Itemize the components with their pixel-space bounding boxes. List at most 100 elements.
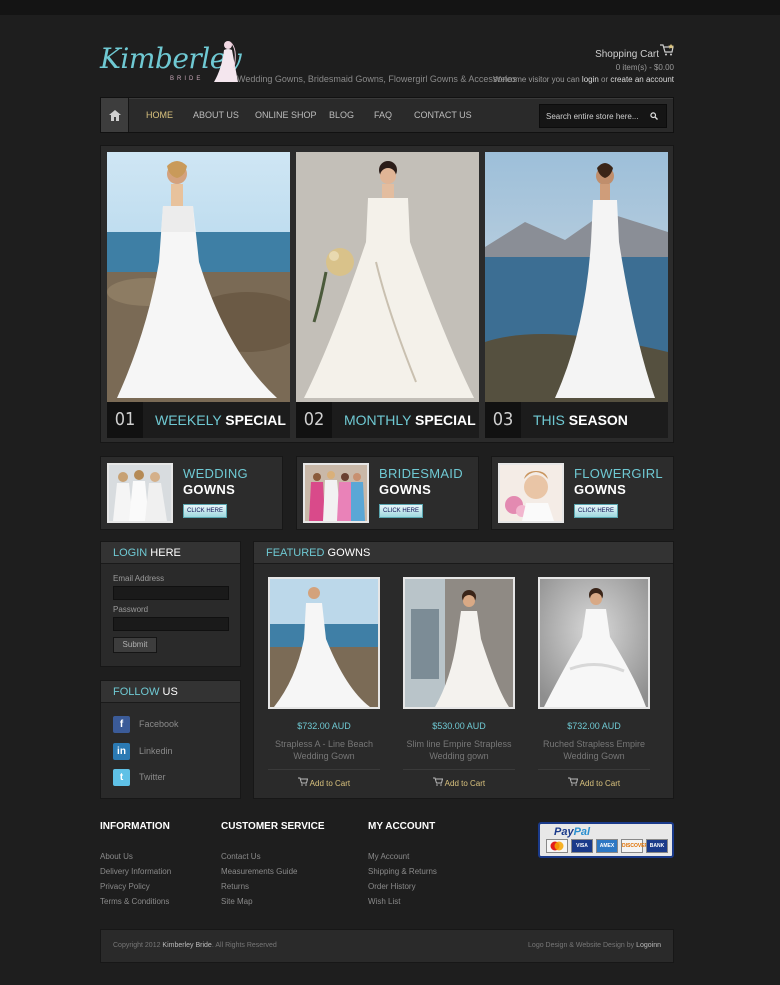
product-name[interactable]: Slim line Empire Strapless Wedding gown xyxy=(403,738,515,762)
site-logo[interactable]: Kimberley BRIDE xyxy=(100,38,242,86)
click-here-button[interactable]: CLICK HERE xyxy=(379,504,423,518)
footer-link-my-account[interactable]: My Account xyxy=(368,849,437,864)
footer-link-sitemap[interactable]: Site Map xyxy=(221,894,325,909)
footer-bar: Copyright 2012 Kimberley Bride. All Righ… xyxy=(100,929,674,963)
product-image[interactable] xyxy=(403,577,515,709)
product-name-line1: Ruched Strapless Empire xyxy=(542,739,646,749)
follow-heading-a: FOLLOW xyxy=(113,686,160,698)
featured-gowns-panel: FEATURED GOWNS $732.00 AUD Strapless A -… xyxy=(253,541,674,799)
credit-brand[interactable]: Logoinn xyxy=(636,942,661,949)
cart-icon xyxy=(432,777,444,786)
slide-title: WEEKELY SPECIAL xyxy=(155,412,286,428)
click-here-button[interactable]: CLICK HERE xyxy=(183,504,227,518)
nav-online-shop[interactable]: ONLINE SHOP xyxy=(255,110,317,120)
follow-heading: FOLLOW US xyxy=(101,681,240,703)
amex-card-label: AMEX xyxy=(596,839,618,853)
email-label: Email Address xyxy=(113,574,165,583)
product-card: $732.00 AUD Ruched Strapless Empire Weddi… xyxy=(538,577,650,788)
product-card: $530.00 AUD Slim line Empire Strapless We… xyxy=(403,577,515,788)
slide-title-a: MONTHLY xyxy=(344,412,412,428)
login-link[interactable]: login xyxy=(582,75,599,84)
featured-heading: FEATURED GOWNS xyxy=(254,542,673,564)
visa-card-label: VISA xyxy=(571,839,593,853)
mastercard-icon xyxy=(546,839,568,853)
search-input[interactable] xyxy=(540,105,640,127)
add-to-cart-button[interactable]: Add to Cart xyxy=(538,777,650,788)
login-heading: LOGIN HERE xyxy=(101,542,240,564)
email-field[interactable] xyxy=(114,587,228,599)
category-title-line2: GOWNS xyxy=(183,482,236,497)
copyright-brand[interactable]: Kimberley Bride xyxy=(162,942,211,949)
twitter-icon: t xyxy=(113,769,130,786)
slide-this-season[interactable]: 03 THIS SEASON xyxy=(485,152,668,438)
home-button[interactable] xyxy=(101,98,129,132)
nav-about-us[interactable]: ABOUT US xyxy=(193,110,239,120)
add-to-cart-button[interactable]: Add to Cart xyxy=(403,777,515,788)
slide-monthly-special[interactable]: 02 MONTHLY SPECIAL xyxy=(296,152,479,438)
category-wedding-gowns: WEDDING GOWNS CLICK HERE xyxy=(100,456,283,530)
submit-button[interactable]: Submit xyxy=(113,637,157,653)
slide-title-b: SEASON xyxy=(568,412,628,428)
footer-title: CUSTOMER SERVICE xyxy=(221,821,325,832)
footer-link-contact[interactable]: Contact Us xyxy=(221,849,325,864)
product-name-line2: Wedding Gown xyxy=(293,751,355,761)
footer-customer-service: CUSTOMER SERVICE Contact Us Measurements… xyxy=(221,821,325,909)
featured-slider: 01 WEEKELY SPECIAL 02 MONTHLY SPECIAL 03… xyxy=(100,145,674,443)
footer-link-shipping[interactable]: Shipping & Returns xyxy=(368,864,437,879)
copyright-suffix: . All Rights Reserved xyxy=(211,942,277,949)
category-title-line1: FLOWERGIRL xyxy=(574,466,663,481)
credit-prefix: Logo Design & Website Design by xyxy=(528,942,637,949)
design-credit: Logo Design & Website Design by Logoinn xyxy=(528,942,661,949)
shopping-cart-icon[interactable] xyxy=(660,44,674,56)
slide-weekly-special[interactable]: 01 WEEKELY SPECIAL xyxy=(107,152,290,438)
shopping-cart-link[interactable]: Shopping Cart xyxy=(595,49,659,60)
nav-home[interactable]: HOME xyxy=(146,110,173,120)
create-account-link[interactable]: create an account xyxy=(610,75,674,84)
click-here-button[interactable]: CLICK HERE xyxy=(574,504,618,518)
slide-title-a: WEEKELY xyxy=(155,412,222,428)
product-divider xyxy=(403,769,515,770)
footer-link-about-us[interactable]: About Us xyxy=(100,849,171,864)
paypal-logo-a: Pay xyxy=(554,826,574,838)
product-name[interactable]: Strapless A - Line Beach Wedding Gown xyxy=(268,738,380,762)
search-icon[interactable] xyxy=(650,112,658,120)
nav-faq[interactable]: FAQ xyxy=(374,110,392,120)
top-strip xyxy=(0,0,780,15)
footer-link-privacy[interactable]: Privacy Policy xyxy=(100,879,171,894)
nav-blog[interactable]: BLOG xyxy=(329,110,354,120)
footer-link-terms[interactable]: Terms & Conditions xyxy=(100,894,171,909)
footer-link-order-history[interactable]: Order History xyxy=(368,879,437,894)
product-price: $530.00 AUD xyxy=(432,721,486,731)
cart-count: 0 item(s) - $0.00 xyxy=(615,63,674,72)
product-name[interactable]: Ruched Strapless Empire Wedding Gown xyxy=(538,738,650,762)
site-tagline: Wedding Gowns, Bridesmaid Gowns, Flowerg… xyxy=(237,74,517,84)
nav-contact-us[interactable]: CONTACT US xyxy=(414,110,472,120)
product-divider xyxy=(268,769,380,770)
footer-link-returns[interactable]: Returns xyxy=(221,879,325,894)
password-field[interactable] xyxy=(114,618,228,630)
welcome-prefix: Welcome visitor you can xyxy=(493,75,582,84)
slide-title-a: THIS xyxy=(533,412,565,428)
add-to-cart-label: Add to Cart xyxy=(444,779,486,788)
add-to-cart-button[interactable]: Add to Cart xyxy=(268,777,380,788)
product-image[interactable] xyxy=(268,577,380,709)
slide-number: 01 xyxy=(107,402,143,438)
home-icon xyxy=(108,109,121,121)
discover-card-label: DISCOVER xyxy=(621,839,648,853)
welcome-message: Welcome visitor you can login or create … xyxy=(493,75,674,84)
product-name-line2: Wedding Gown xyxy=(563,751,625,761)
category-bridesmaid-gowns: BRIDESMAID GOWNS CLICK HERE xyxy=(296,456,479,530)
slide-caption: 02 MONTHLY SPECIAL xyxy=(296,402,479,438)
product-image[interactable] xyxy=(538,577,650,709)
slide-image xyxy=(485,152,668,402)
login-heading-a: LOGIN xyxy=(113,547,148,559)
footer-link-delivery[interactable]: Delivery Information xyxy=(100,864,171,879)
footer-link-wish-list[interactable]: Wish List xyxy=(368,894,437,909)
linkedin-icon: in xyxy=(113,743,130,760)
paypal-logo-b: Pal xyxy=(573,826,591,838)
logo-subtitle: BRIDE xyxy=(170,76,204,82)
category-title-line1: WEDDING xyxy=(183,466,248,481)
password-field-wrap xyxy=(113,617,229,631)
footer-link-measurements[interactable]: Measurements Guide xyxy=(221,864,325,879)
slide-title: MONTHLY SPECIAL xyxy=(344,412,476,428)
